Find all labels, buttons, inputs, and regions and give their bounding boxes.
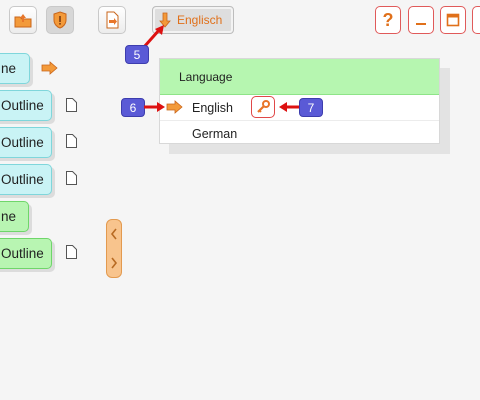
help-icon: ? xyxy=(382,9,394,30)
language-option-german[interactable]: German xyxy=(160,121,439,146)
language-button-label: Englisch xyxy=(177,13,223,27)
callout-7: 7 xyxy=(299,98,323,117)
chevron-left-icon[interactable] xyxy=(107,224,121,244)
document-icon xyxy=(66,134,77,148)
security-button[interactable] xyxy=(46,6,74,34)
outline-node[interactable]: ne xyxy=(0,201,29,232)
help-button[interactable]: ? xyxy=(375,6,401,34)
callout-pointer-6 xyxy=(144,102,165,112)
outline-node[interactable]: ne xyxy=(0,53,30,84)
callout-5: 5 xyxy=(125,45,149,64)
folder-up-icon xyxy=(14,14,32,28)
key-icon xyxy=(257,100,270,113)
open-button[interactable] xyxy=(9,6,37,34)
callout-6: 6 xyxy=(121,98,145,117)
shield-icon xyxy=(53,11,67,29)
maximize-button[interactable] xyxy=(440,6,466,34)
close-button[interactable] xyxy=(472,6,480,34)
outline-node[interactable]: Outline xyxy=(0,127,52,158)
outline-node[interactable]: Outline xyxy=(0,238,52,269)
key-button[interactable] xyxy=(251,96,275,118)
chevron-right-icon[interactable] xyxy=(107,253,121,273)
maximize-icon xyxy=(446,13,460,27)
minimize-icon xyxy=(416,23,426,25)
callout-pointer-7 xyxy=(279,102,300,112)
arrow-right-icon xyxy=(166,100,183,114)
outline-node[interactable]: Outline xyxy=(0,90,52,121)
minimize-button[interactable] xyxy=(408,6,434,34)
document-export-icon xyxy=(106,11,119,29)
document-icon xyxy=(66,245,77,259)
language-panel-header: Language xyxy=(160,59,439,95)
collapse-toggle[interactable] xyxy=(106,219,122,278)
export-button[interactable] xyxy=(98,6,126,34)
arrow-right-icon xyxy=(41,61,58,75)
document-icon xyxy=(66,98,77,112)
outline-node[interactable]: Outline xyxy=(0,164,52,195)
document-icon xyxy=(66,171,77,185)
